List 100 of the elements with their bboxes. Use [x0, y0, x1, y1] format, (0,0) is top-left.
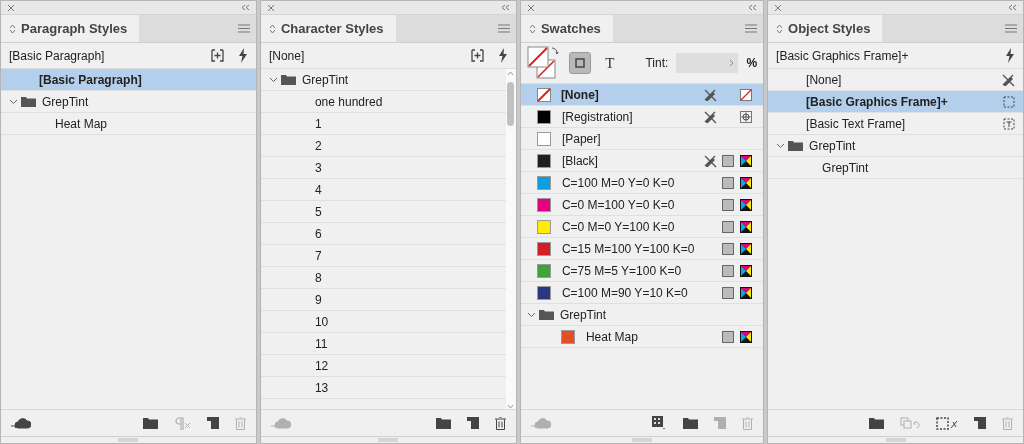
style-row[interactable]: 7 — [260, 245, 506, 267]
tint-field[interactable] — [676, 53, 739, 73]
chevron-down-icon — [268, 76, 278, 83]
collapse-icon[interactable] — [500, 4, 510, 11]
container-format-button[interactable] — [568, 52, 591, 74]
new-group-icon[interactable] — [210, 49, 224, 62]
swatch-row[interactable]: [Registration] — [520, 106, 764, 128]
cmyk-icon — [740, 286, 753, 299]
style-group-row[interactable]: GrepTint — [1, 91, 256, 113]
swatch-row[interactable]: [Black] — [520, 150, 764, 172]
swatch-row[interactable]: C=75 M=5 Y=100 K=0 — [520, 260, 764, 282]
chevron-down-icon — [776, 142, 786, 149]
crossed-pencil-icon — [703, 153, 718, 168]
text-format-button[interactable]: T — [598, 52, 621, 74]
updown-chevron-icon — [528, 23, 536, 34]
percent-label: % — [746, 56, 758, 70]
close-icon[interactable] — [266, 3, 275, 12]
folder-icon — [280, 74, 296, 85]
close-icon[interactable] — [526, 3, 535, 12]
style-row[interactable]: Heat Map — [1, 113, 256, 135]
style-row[interactable]: 1 — [260, 113, 506, 135]
process-color-icon — [722, 198, 735, 211]
menu-icon[interactable] — [1005, 24, 1017, 33]
style-row[interactable]: 3 — [260, 157, 506, 179]
scrollbar[interactable] — [505, 69, 516, 409]
swatch-row[interactable]: C=0 M=100 Y=0 K=0 — [520, 194, 764, 216]
style-group-row[interactable]: GrepTint — [768, 135, 1023, 157]
cmyk-icon — [740, 264, 753, 277]
swatch-row[interactable]: C=0 M=0 Y=100 K=0 — [520, 216, 764, 238]
none-swatch-icon — [740, 88, 753, 101]
square-icon — [574, 58, 585, 68]
folder-icon — [21, 96, 36, 107]
swatch-row[interactable]: C=15 M=100 Y=100 K=0 — [520, 238, 764, 260]
cmyk-icon — [740, 330, 753, 343]
style-row[interactable]: 8 — [260, 267, 506, 289]
trash-icon[interactable] — [494, 416, 506, 430]
folder-icon[interactable] — [869, 417, 884, 429]
panel-tab[interactable]: Paragraph Styles — [1, 15, 140, 42]
clear-attributes-icon[interactable] — [936, 416, 958, 430]
text-frame-icon — [1003, 117, 1015, 130]
lightning-icon[interactable] — [237, 48, 248, 63]
lightning-icon[interactable] — [497, 48, 508, 63]
folder-icon[interactable] — [683, 417, 699, 429]
menu-icon[interactable] — [745, 24, 758, 33]
new-item-icon[interactable] — [974, 417, 986, 429]
new-group-icon[interactable] — [470, 49, 484, 62]
swatch-row[interactable]: C=100 M=90 Y=10 K=0 — [520, 282, 764, 304]
style-row[interactable]: 13 — [260, 377, 506, 399]
collapse-icon[interactable] — [748, 4, 758, 11]
graphics-frame-icon — [1003, 95, 1015, 108]
panel-tab[interactable]: Swatches — [520, 15, 613, 42]
style-row[interactable]: [Basic Graphics Frame]+ — [768, 91, 1023, 113]
style-row[interactable]: one hundred — [260, 91, 506, 113]
scroll-up-icon — [507, 71, 515, 76]
collapse-icon[interactable] — [240, 4, 250, 11]
style-row[interactable]: 11 — [260, 333, 506, 355]
process-color-icon — [722, 286, 735, 299]
style-row[interactable]: 5 — [260, 201, 506, 223]
cloud-import-icon[interactable] — [11, 416, 31, 430]
close-icon[interactable] — [774, 3, 783, 12]
menu-icon[interactable] — [237, 24, 250, 33]
style-row[interactable]: 2 — [260, 135, 506, 157]
process-color-icon — [722, 220, 735, 233]
style-row[interactable]: 12 — [260, 355, 506, 377]
style-row[interactable]: GrepTint — [768, 157, 1023, 179]
swatch-row[interactable]: [None] — [520, 84, 764, 106]
current-style: [None] — [268, 48, 306, 63]
updown-chevron-icon — [9, 23, 16, 34]
new-item-icon[interactable] — [206, 417, 219, 429]
style-group-row[interactable]: GrepTint — [260, 69, 506, 91]
style-row[interactable]: 4 — [260, 179, 506, 201]
menu-icon[interactable] — [497, 24, 510, 33]
fill-stroke-icon[interactable] — [526, 46, 561, 80]
style-row[interactable]: [Basic Paragraph] — [1, 69, 256, 91]
swatch-row[interactable]: Heat Map — [520, 326, 764, 348]
lightning-icon[interactable] — [1005, 48, 1015, 63]
current-style: [Basic Paragraph] — [9, 48, 106, 63]
close-icon[interactable] — [7, 3, 15, 12]
swatch-group-row[interactable]: GrepTint — [520, 304, 764, 326]
cmyk-icon — [740, 198, 753, 211]
folder-icon[interactable] — [142, 417, 158, 429]
new-item-icon[interactable] — [466, 417, 479, 429]
folder-icon[interactable] — [435, 417, 451, 429]
style-row[interactable]: 10 — [260, 311, 506, 333]
updown-chevron-icon — [268, 23, 276, 34]
swatch-row[interactable]: [Paper] — [520, 128, 764, 150]
updown-chevron-icon — [776, 23, 784, 34]
scroll-thumb[interactable] — [507, 82, 515, 126]
style-row[interactable]: 6 — [260, 223, 506, 245]
panel-tab[interactable]: Character Styles — [260, 15, 396, 42]
chevron-down-icon — [526, 311, 536, 318]
swatch-row[interactable]: C=100 M=0 Y=0 K=0 — [520, 172, 764, 194]
chevron-right-icon[interactable] — [729, 59, 735, 67]
panel-tab[interactable]: Object Styles — [768, 15, 883, 42]
style-row[interactable]: 9 — [260, 289, 506, 311]
swatch-grid-icon[interactable] — [652, 416, 668, 430]
process-color-icon — [722, 242, 735, 255]
collapse-icon[interactable] — [1008, 4, 1017, 11]
process-color-icon — [722, 154, 735, 167]
style-row[interactable]: [Basic Text Frame] — [768, 113, 1023, 135]
